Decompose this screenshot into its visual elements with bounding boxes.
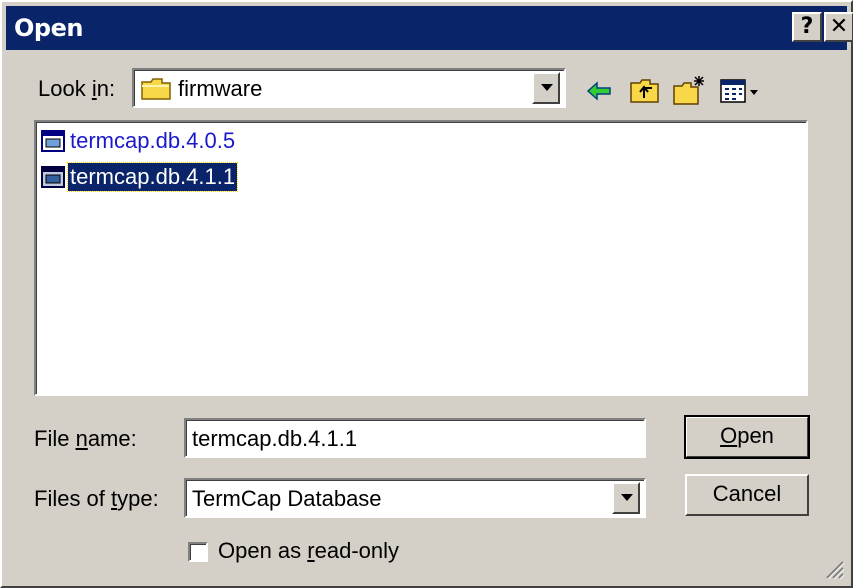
- file-list[interactable]: termcap.db.4.0.5 termcap.db.4.1.1: [34, 120, 808, 396]
- look-in-combo[interactable]: firmware: [132, 68, 566, 108]
- file-name-label: File name:: [34, 426, 137, 451]
- list-item[interactable]: termcap.db.4.1.1: [40, 162, 239, 192]
- create-new-folder-icon[interactable]: [672, 74, 706, 108]
- look-in-value: firmware: [178, 76, 263, 101]
- title-bar[interactable]: Open ? ✕: [6, 6, 853, 50]
- database-file-icon: [41, 166, 65, 188]
- files-of-type-value: TermCap Database: [192, 486, 382, 511]
- file-name: termcap.db.4.0.5: [70, 128, 236, 153]
- read-only-checkbox[interactable]: [188, 542, 208, 562]
- file-name-input[interactable]: termcap.db.4.1.1: [184, 418, 646, 458]
- folder-icon: [141, 78, 171, 100]
- open-button[interactable]: Open: [684, 415, 810, 459]
- view-menu-icon[interactable]: [718, 74, 762, 108]
- database-file-icon: [41, 130, 65, 152]
- files-of-type-combo[interactable]: TermCap Database: [184, 478, 646, 518]
- look-in-dropdown-button[interactable]: [532, 72, 560, 104]
- cancel-button[interactable]: Cancel: [685, 474, 809, 516]
- open-dialog: Open ? ✕ Look in: firmware termcap.db.4.…: [0, 0, 853, 588]
- back-arrow-icon[interactable]: [582, 74, 616, 108]
- file-name-value: termcap.db.4.1.1: [192, 426, 358, 451]
- up-one-level-icon[interactable]: [628, 74, 662, 108]
- look-in-label: Look in:: [38, 76, 116, 101]
- files-of-type-label: Files of type:: [34, 486, 159, 511]
- resize-grip-icon[interactable]: [823, 558, 845, 580]
- close-button[interactable]: ✕: [824, 12, 853, 42]
- read-only-label[interactable]: Open as read-only: [218, 538, 399, 564]
- list-item[interactable]: termcap.db.4.0.5: [40, 126, 237, 156]
- dialog-title: Open: [14, 14, 83, 42]
- files-of-type-dropdown-button[interactable]: [612, 482, 640, 514]
- help-button[interactable]: ?: [792, 12, 822, 42]
- file-name: termcap.db.4.1.1: [66, 162, 239, 192]
